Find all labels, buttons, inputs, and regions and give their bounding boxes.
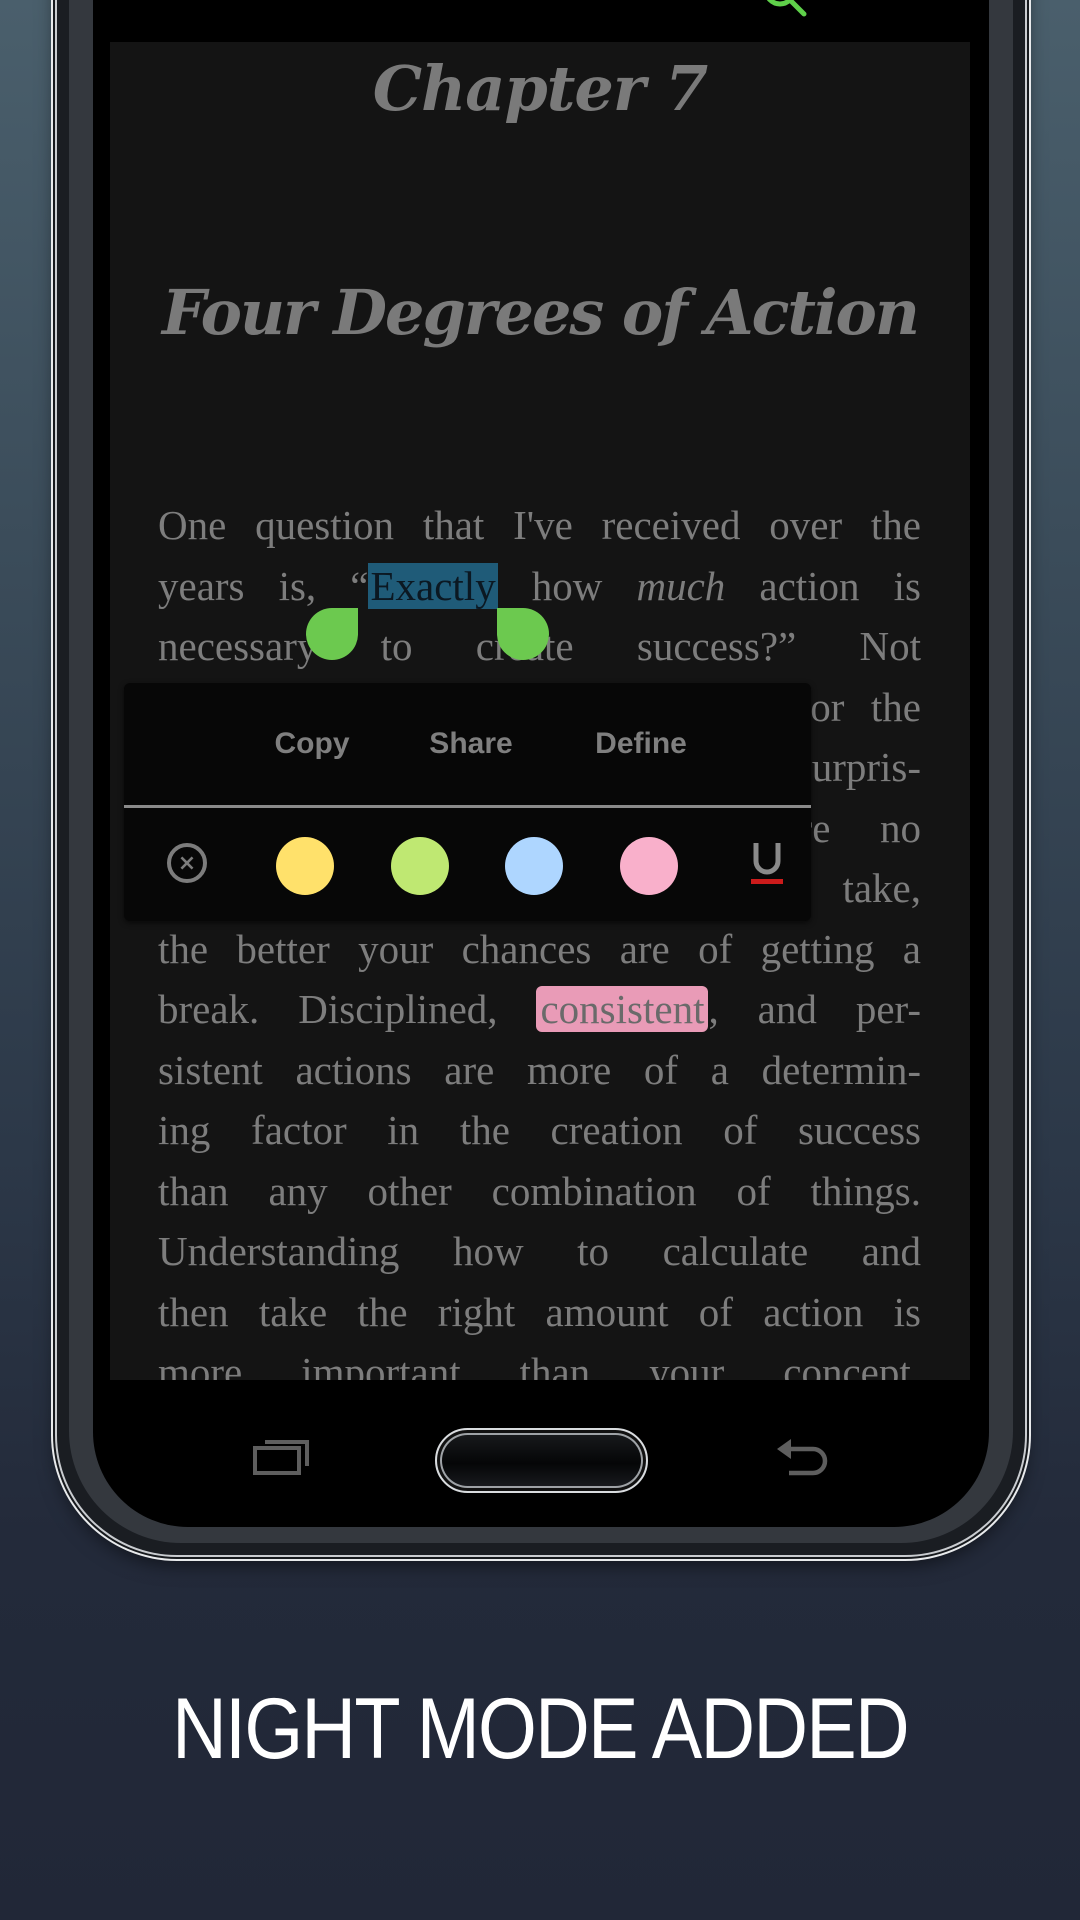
- text-line: sistent actions are more of a determin-: [158, 1046, 921, 1093]
- promo-tagline: NIGHT MODE ADDED: [172, 1681, 909, 1777]
- share-button[interactable]: Share: [429, 727, 512, 761]
- selected-text[interactable]: Exactly: [368, 562, 498, 609]
- text-line: more important than your concept.: [158, 1349, 921, 1380]
- selection-handle-end[interactable]: [497, 608, 549, 660]
- underline-red-bar: [751, 879, 783, 884]
- remove-highlight-button[interactable]: ×: [167, 843, 207, 883]
- chapter-label: Chapter 7: [372, 52, 708, 125]
- text-line: then take the right amount of action is: [158, 1288, 921, 1335]
- highlight-green-button[interactable]: [391, 837, 449, 895]
- text-line: years is, “Exactly how much action is: [158, 562, 921, 609]
- text-line: Understanding how to calculate and: [158, 1228, 921, 1274]
- top-bar: [110, 0, 970, 42]
- highlight-pink-button[interactable]: [620, 837, 678, 895]
- text-line: One question that I've received over the: [158, 502, 921, 548]
- back-icon[interactable]: [775, 1435, 831, 1479]
- define-button[interactable]: Define: [595, 727, 687, 761]
- popup-divider: [124, 805, 811, 808]
- recents-icon[interactable]: [253, 1436, 309, 1476]
- highlight-yellow-button[interactable]: [276, 837, 334, 895]
- close-icon: ×: [177, 850, 197, 876]
- android-nav-bar: [110, 1380, 970, 1530]
- selection-popup: Copy Share Define ×: [124, 683, 811, 921]
- chapter-title: Four Degrees of Action: [161, 276, 920, 349]
- highlighted-text[interactable]: consistent: [536, 986, 709, 1032]
- reader-screen: Chapter 7 Four Degrees of Action One que…: [110, 0, 970, 1380]
- underline-button[interactable]: [750, 839, 784, 889]
- search-icon[interactable]: [760, 0, 810, 20]
- text-line: ing factor in the creation of success: [158, 1107, 921, 1153]
- home-button[interactable]: [435, 1428, 648, 1493]
- phone-side-button-right: [1025, 140, 1029, 240]
- text-line: than any other combination of things.: [158, 1167, 921, 1214]
- highlight-blue-button[interactable]: [505, 837, 563, 895]
- selection-handle-start[interactable]: [306, 608, 358, 660]
- text-line: break. Disciplined, consistent, and per-: [158, 986, 921, 1032]
- copy-button[interactable]: Copy: [275, 727, 350, 761]
- text-line: the better your chances are of getting a: [158, 925, 921, 972]
- popup-actions: Copy Share Define: [124, 683, 811, 805]
